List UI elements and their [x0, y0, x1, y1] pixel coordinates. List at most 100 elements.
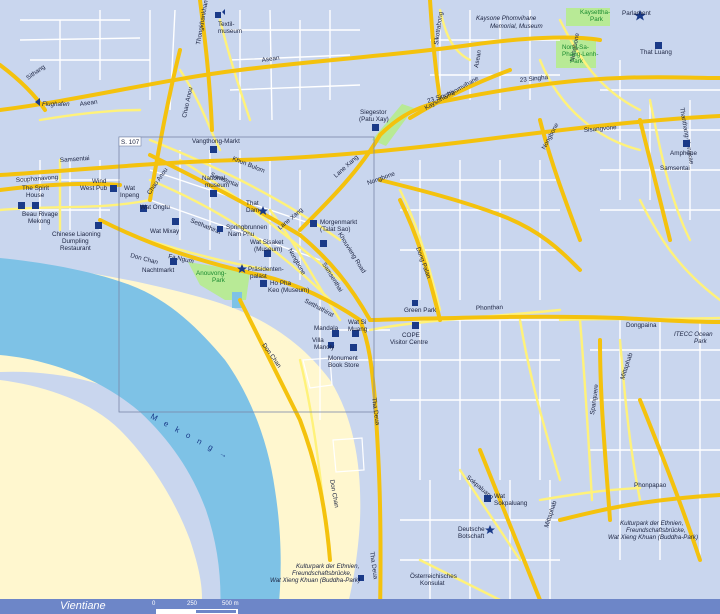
label-monument2: Book Store [328, 362, 360, 369]
label-phonpapao: Phonpapao [634, 482, 667, 489]
label-morgenmarkt2: (Talat Sao) [320, 226, 350, 233]
talat-sao-square-icon[interactable] [320, 240, 327, 247]
label-amphone: Amphone [670, 150, 697, 157]
footer-bar [0, 599, 720, 614]
label-watsok1: Wat [494, 493, 505, 500]
amphone-icon[interactable] [683, 140, 690, 147]
label-hophakeo1: Ho Pha [270, 280, 292, 287]
label-beau2: Mekong [28, 218, 51, 225]
wat-mixay-icon[interactable] [172, 218, 179, 225]
label-watsisaket2: (Museum) [254, 246, 282, 253]
label-beau1: Beau Rivage [22, 211, 59, 218]
label-chinese3: Restaurant [60, 245, 91, 252]
chinese-restaurant-icon[interactable] [95, 222, 102, 229]
label-vangthong: Vangthong-Markt [192, 138, 240, 145]
label-nongsa1: Nong-Sa- [562, 44, 589, 51]
label-watsisaket1: Wat Sisaket [250, 239, 284, 246]
label-kultur-e3: Wat Xieng Khuan (Buddha-Park) [608, 534, 698, 541]
label-oester1: Österreichisches [410, 572, 457, 580]
label-villa2: Manoly [314, 344, 335, 351]
siegestor-icon[interactable] [372, 124, 379, 131]
label-cope2: Visitor Centre [390, 339, 429, 346]
inset-label: S. 107 [121, 139, 140, 146]
label-samsentai-e: Samsentai [660, 165, 690, 172]
label-textil2: museum [218, 28, 242, 35]
label-nongsa3: Park [570, 58, 584, 65]
label-thatdam1: That [246, 200, 259, 207]
label-parlament: Parlament [622, 10, 651, 17]
that-luang-icon[interactable] [655, 42, 662, 49]
springbrunnen-icon[interactable] [217, 226, 223, 232]
map[interactable]: M e k o n g → S. 107 Sithang Asean Asean… [0, 0, 720, 614]
label-praesident2: palast [250, 273, 267, 280]
label-watsimuang1: Wat Si [348, 319, 366, 326]
spirit-house-icon[interactable] [18, 202, 25, 209]
label-that-luang: That Luang [640, 49, 672, 56]
cope-icon[interactable] [412, 322, 419, 329]
label-anouvong2: Park [212, 277, 226, 284]
label-flughafen: Flughafen [42, 101, 70, 108]
scale-bar-segment [196, 610, 236, 613]
label-spirit2: House [26, 192, 45, 199]
ho-pha-keo-icon[interactable] [260, 280, 267, 287]
label-kaysone-mem1: Kaysone Phomvihane [476, 15, 537, 22]
label-nongsa2: Phang-Lenh- [562, 51, 598, 58]
wat-sokpaluang-icon[interactable] [484, 495, 491, 502]
label-mixay: Wat Mixay [150, 228, 180, 235]
label-monument1: Monument [328, 355, 358, 362]
label-national1: National- [202, 175, 227, 182]
label-textil1: Textil- [218, 21, 234, 28]
textil-museum-icon[interactable] [215, 12, 221, 18]
label-dongpaina: Dongpaina [626, 322, 657, 329]
label-kaysone-mem2: Memorial, Museum [490, 23, 543, 30]
label-springbrunnen2: Nam Phu [228, 231, 255, 238]
beau-rivage-icon[interactable] [32, 202, 39, 209]
label-anouvong1: Anouvong- [196, 270, 226, 277]
label-watsok2: Sokpaluang [494, 500, 528, 507]
label-villa1: Villa [312, 337, 324, 344]
label-nachtmarkt: Nachtmarkt [142, 267, 174, 274]
wind-west-pub-icon[interactable] [110, 185, 117, 192]
label-chinese2: Dumpling [62, 238, 89, 245]
scale-label-0: 0 [152, 601, 156, 607]
map-canvas[interactable]: M e k o n g → S. 107 Sithang Asean Asean… [0, 0, 720, 614]
label-kultur-s2: Freundschaftsbrücke, [292, 570, 352, 577]
label-wind1: Wind [92, 178, 107, 185]
morgenmarkt-icon[interactable] [310, 220, 317, 227]
label-kaysettha2: Park [590, 16, 604, 23]
scale-label-500: 500 m [222, 601, 239, 607]
label-oester2: Konsulat [420, 580, 445, 587]
scale-label-250: 250 [187, 601, 198, 607]
label-mandala: Mandala [314, 325, 339, 332]
label-siegestor1: Siegestor [360, 109, 387, 116]
label-hophakeo2: Keo (Museum) [268, 287, 309, 294]
label-watsimuang2: Muang [348, 326, 368, 333]
label-national2: museum [205, 182, 229, 189]
label-wind2: West Pub [80, 185, 108, 192]
monument-book-store-icon[interactable] [350, 344, 357, 351]
label-ongtu: Wat Ongtu [140, 204, 170, 211]
national-museum-icon[interactable] [210, 190, 217, 197]
label-siegestor2: (Patu Xay) [359, 116, 389, 123]
label-greenpark: Green Park [404, 307, 437, 314]
label-chinese1: Chinese Liaoning [52, 231, 101, 238]
nachtmarkt-icon[interactable] [170, 258, 177, 265]
label-spirit1: The Spirit [22, 185, 49, 192]
label-thatdam2: Dam [246, 207, 259, 214]
label-kultur-s3: Wat Xieng Khuan (Buddha-Park) [270, 577, 360, 584]
green-park-icon[interactable] [412, 300, 418, 306]
label-kultur-e2: Freundschaftsbrücke, [626, 527, 686, 534]
city-name: Vientiane [60, 600, 106, 612]
label-itecc2: Park [694, 338, 708, 345]
label-morgenmarkt1: Morgenmarkt [320, 219, 357, 226]
label-botschaft2: Botschaft [458, 533, 485, 540]
label-watinpeng1: Wat [124, 185, 135, 192]
label-watinpeng2: Inpeng [120, 192, 140, 199]
label-praesident1: Präsidenten- [248, 266, 284, 273]
label-springbrunnen1: Springbrunnen [226, 224, 268, 231]
label-kultur-s1: Kulturpark der Ethnien, [296, 563, 359, 570]
label-cope1: COPE [402, 332, 420, 339]
label-kaysettha1: Kaysettha- [580, 9, 610, 16]
label-kultur-e1: Kulturpark der Ethnien, [620, 520, 683, 527]
vangthong-market-icon[interactable] [210, 146, 217, 153]
